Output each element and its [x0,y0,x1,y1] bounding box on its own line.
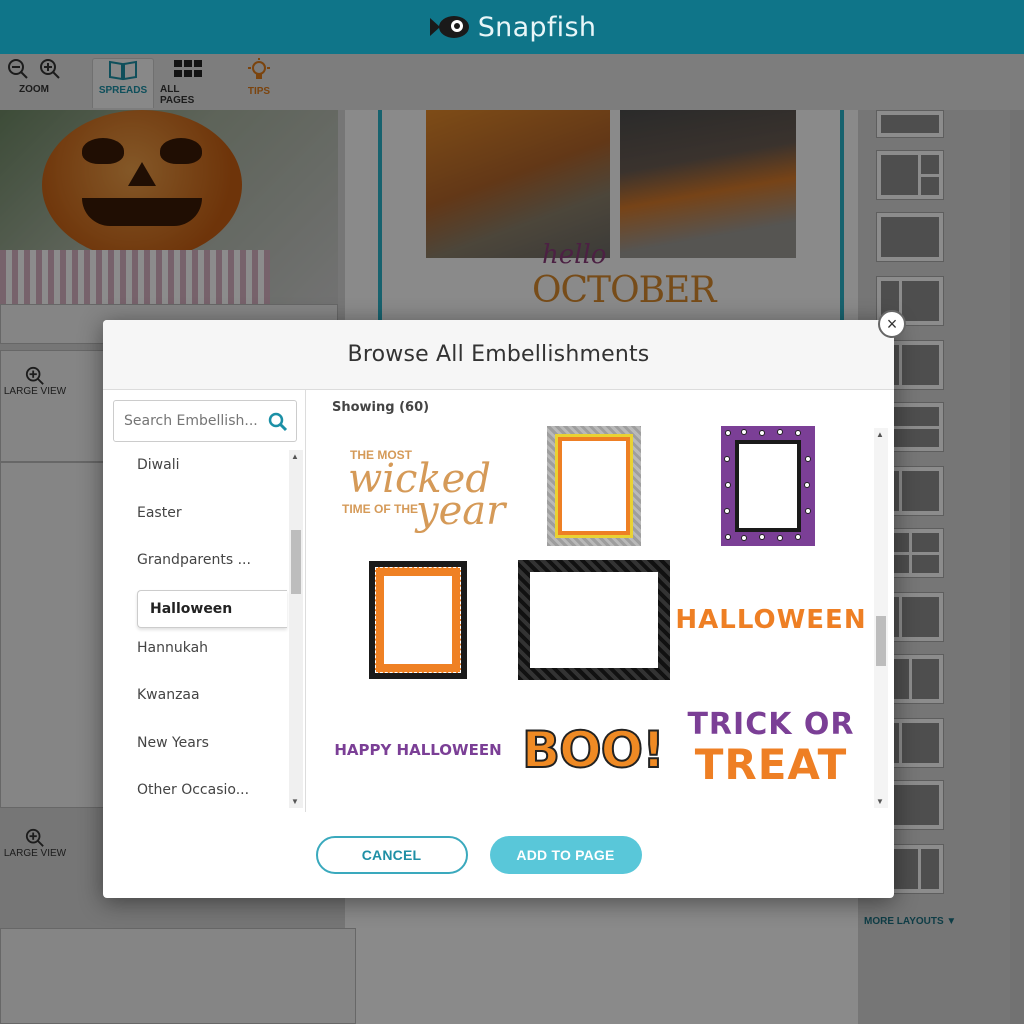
category-item-other-occasions[interactable]: Other Occasio... [137,782,249,798]
pumpkin-photo[interactable] [0,110,338,304]
search-box [113,400,297,442]
pumpkin-mouth [82,198,202,226]
category-list: Diwali Easter Grandparents ... Halloween… [103,450,289,808]
spread-text-hello[interactable]: hello [542,240,606,270]
more-layouts-label: MORE LAYOUTS [864,916,944,927]
lightbulb-icon [248,58,270,79]
zoom-in-icon [25,366,44,385]
large-view-label: LARGE VIEW [3,386,67,397]
editor-toolbar: ZOOM SPREADS ALL PAGES TIPS [0,54,1024,110]
black-frame-art [518,560,670,680]
boo-word-art: BOO! [521,720,666,780]
page-card-4 [0,928,356,1024]
search-input[interactable] [124,413,264,429]
more-layouts-link[interactable]: MORE LAYOUTS ▼ [864,916,956,927]
category-item-kwanzaa[interactable]: Kwanzaa [137,687,200,703]
modal-footer: CANCEL ADD TO PAGE [103,812,894,898]
tips-label: TIPS [247,86,271,97]
embellishment-trick-or-treat-word[interactable]: TRICK OR TREAT [686,690,856,806]
embellishment-purple-eyeball-frame[interactable] [718,426,818,546]
trick-or-treat-line1: TRICK OR [687,707,855,742]
embellishments-modal: Browse All Embellishments Diwali Easter … [103,320,894,898]
tips-button[interactable]: TIPS [236,58,282,97]
modal-title: Browse All Embellishments [347,342,650,367]
snapfish-logo-icon [429,16,469,38]
category-item-easter[interactable]: Easter [137,505,182,521]
striped-dress [0,250,270,304]
selected-spread[interactable]: hello OCTOBER [378,110,844,320]
wicked-text-mid: TIME OF THE [342,502,418,516]
wicked-text-art: THE MOST wicked TIME OF THE year [338,426,505,546]
category-item-grandparents[interactable]: Grandparents ... [137,552,251,568]
page-scrollbar[interactable] [1010,110,1024,1024]
spreads-tab[interactable]: SPREADS [92,58,154,108]
spreads-label: SPREADS [98,85,148,96]
embellishment-boo-word[interactable]: BOO! [510,700,676,800]
large-view-label: LARGE VIEW [3,848,67,859]
embellishment-scrollbar-thumb[interactable] [876,616,886,666]
all-pages-tab[interactable]: ALL PAGES [160,58,216,106]
embellishment-wicked-text[interactable]: THE MOST wicked TIME OF THE year [334,426,505,546]
category-scrollbar-thumb[interactable] [291,530,301,594]
showing-count: Showing (60) [332,400,430,415]
embellishment-scrollbar[interactable]: ▲ ▼ [874,428,888,808]
toddler-photo-1[interactable] [426,110,610,258]
zoom-in-icon [25,828,44,847]
category-sidebar: Diwali Easter Grandparents ... Halloween… [103,390,306,812]
pumpkin-eye-right [160,138,202,164]
layout-thumb[interactable] [876,150,944,200]
grid-icon [174,60,202,77]
embellishment-orange-black-frame[interactable] [366,560,470,680]
cancel-button[interactable]: CANCEL [315,836,468,874]
orange-black-frame-art [369,561,467,679]
spread-text-october[interactable]: OCTOBER [532,270,716,311]
zoom-out-icon[interactable] [7,58,29,80]
search-icon[interactable] [268,412,288,432]
embellishment-orange-yellow-frame[interactable] [544,426,644,546]
category-item-diwali[interactable]: Diwali [137,457,179,473]
happy-halloween-word-art: HAPPY HALLOWEEN [334,741,502,759]
zoom-in-icon[interactable] [39,58,61,80]
pumpkin-nose [128,162,156,186]
app-logo-text: Snapfish [477,11,597,43]
page-card-3 [0,462,104,808]
embellishment-black-frame[interactable] [512,560,676,680]
zoom-label: ZOOM [19,84,49,95]
orange-yellow-frame-art [547,426,641,546]
open-book-icon [109,60,137,81]
layout-thumb[interactable] [876,110,944,138]
embellishment-halloween-word[interactable]: HALLOWEEN [675,560,865,680]
app-header: Snapfish [0,0,1024,54]
close-icon: × [886,314,898,334]
category-item-hannukah[interactable]: Hannukah [137,640,208,656]
large-view-button-2[interactable]: LARGE VIEW [0,828,70,859]
scroll-up-icon[interactable]: ▲ [291,452,299,461]
trick-or-treat-line2: TREAT [694,740,848,789]
purple-eyeball-frame-art [721,426,815,546]
modal-close-button[interactable]: × [878,310,906,338]
all-pages-label: ALL PAGES [160,84,195,106]
scroll-down-icon[interactable]: ▼ [876,797,884,806]
modal-header: Browse All Embellishments [103,320,894,390]
category-item-new-years[interactable]: New Years [137,735,209,751]
add-to-page-button[interactable]: ADD TO PAGE [489,836,642,874]
wicked-text-script2: year [416,488,506,534]
toddler-photo-2[interactable] [620,110,796,258]
layout-thumb[interactable] [876,212,944,262]
embellishment-happy-halloween-word[interactable]: HAPPY HALLOWEEN [334,700,502,800]
scroll-down-icon[interactable]: ▼ [291,797,299,806]
pumpkin-eye-left [82,138,124,164]
category-scrollbar[interactable]: ▲ ▼ [289,450,303,808]
pumpkin-image [42,110,242,260]
embellishment-grid: Showing (60) THE MOST wicked TIME OF THE… [306,390,894,812]
category-item-halloween[interactable]: Halloween [137,590,287,628]
halloween-word-art: HALLOWEEN [675,605,867,635]
scroll-up-icon[interactable]: ▲ [876,430,884,439]
zoom-control: ZOOM [6,58,62,95]
large-view-button-1[interactable]: LARGE VIEW [0,366,70,397]
caret-down-icon: ▼ [946,916,957,927]
